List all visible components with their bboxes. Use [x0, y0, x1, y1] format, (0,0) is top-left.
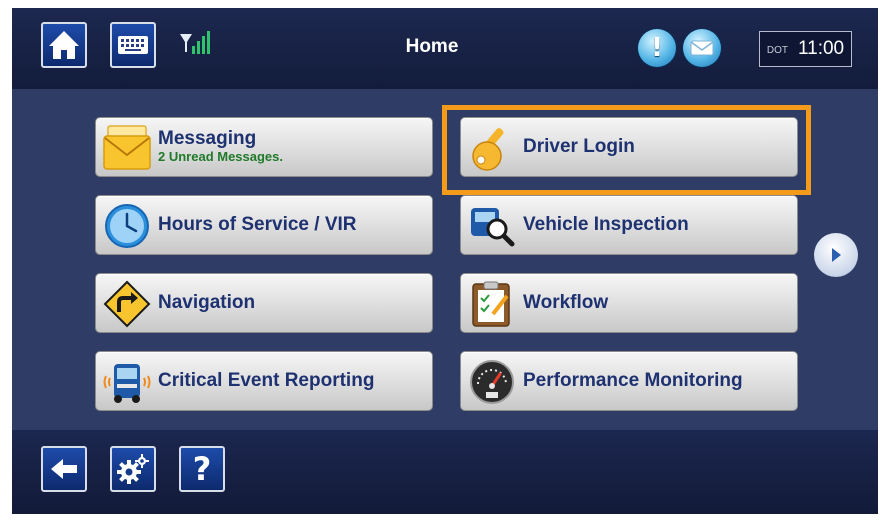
messaging-label: Messaging	[158, 128, 257, 149]
hours-of-service-button[interactable]: Hours of Service / VIR	[95, 195, 433, 255]
workflow-button[interactable]: Workflow	[460, 273, 798, 333]
app-screen: Home ! DOT 11:00 Messaging 2 Unread Mess…	[12, 8, 878, 514]
help-button[interactable]: ?	[179, 446, 225, 492]
signal-strength-icon	[180, 31, 210, 54]
settings-gears-icon	[117, 454, 149, 484]
keyboard-button[interactable]	[110, 22, 156, 68]
workflow-label: Workflow	[523, 292, 609, 313]
home-button[interactable]	[41, 22, 87, 68]
back-button[interactable]	[41, 446, 87, 492]
back-arrow-icon	[51, 459, 77, 479]
dot-clock-display[interactable]: DOT 11:00	[759, 31, 852, 67]
road-sign-icon	[103, 280, 151, 328]
next-page-button[interactable]	[814, 233, 858, 277]
bottom-bar: ?	[12, 430, 878, 514]
messaging-button[interactable]: Messaging 2 Unread Messages.	[95, 117, 433, 177]
settings-button[interactable]	[110, 446, 156, 492]
vehicle-inspection-label: Vehicle Inspection	[523, 214, 689, 235]
vehicle-inspection-button[interactable]: Vehicle Inspection	[460, 195, 798, 255]
keyboard-icon	[118, 36, 148, 54]
truck-alert-icon	[103, 364, 151, 403]
page-title: Home	[405, 36, 459, 57]
critical-event-reporting-button[interactable]: Critical Event Reporting	[95, 351, 433, 411]
mail-icon[interactable]	[683, 29, 721, 67]
clock-time: 11:00	[797, 38, 845, 59]
performance-monitoring-label: Performance Monitoring	[523, 370, 743, 391]
truck-magnifier-icon	[471, 208, 515, 247]
alert-icon[interactable]: !	[638, 29, 676, 67]
top-bar: Home ! DOT 11:00	[12, 8, 878, 89]
envelope-icon	[690, 40, 714, 56]
dot-label: DOT	[766, 45, 788, 56]
critical-event-reporting-label: Critical Event Reporting	[158, 370, 375, 391]
help-icon: ?	[192, 450, 212, 488]
unread-messages-count: 2 Unread Messages.	[158, 149, 284, 164]
home-icon	[49, 31, 79, 59]
selection-highlight	[442, 105, 811, 195]
navigation-label: Navigation	[158, 292, 256, 313]
clipboard-icon	[472, 281, 510, 327]
clock-icon	[105, 204, 149, 248]
performance-monitoring-button[interactable]: Performance Monitoring	[460, 351, 798, 411]
envelope-icon	[103, 125, 151, 170]
navigation-button[interactable]: Navigation	[95, 273, 433, 333]
chevron-right-icon	[832, 248, 841, 262]
hours-of-service-label: Hours of Service / VIR	[158, 214, 357, 235]
gauge-icon	[470, 360, 514, 404]
